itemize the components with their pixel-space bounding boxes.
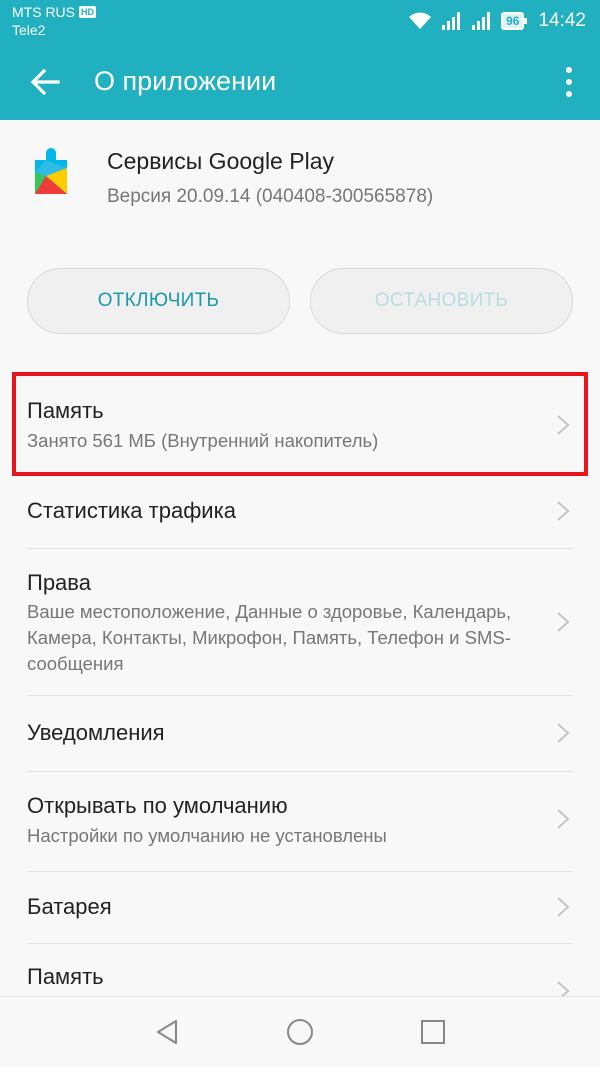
app-bar: О приложении (0, 44, 600, 120)
battery-icon: 96 (501, 12, 528, 30)
back-button[interactable] (24, 62, 68, 102)
chevron-right-icon (557, 809, 570, 829)
wifi-icon (409, 12, 432, 29)
home-circle-icon[interactable] (285, 1017, 315, 1047)
signal-icon (472, 12, 491, 30)
signal-icon (442, 12, 461, 30)
clock: 14:42 (538, 10, 586, 31)
settings-item-title: Статистика трафика (27, 498, 236, 523)
app-name: Сервисы Google Play (107, 148, 334, 174)
navigation-bar (0, 996, 600, 1067)
more-options-button[interactable] (556, 62, 582, 102)
status-bar: MTS RUS HD Tele2 96 14:42 (0, 0, 600, 44)
google-play-services-icon (35, 148, 67, 194)
settings-item-open-by-default[interactable]: Открывать по умолчанию Настройки по умол… (0, 772, 600, 871)
highlight-frame (12, 372, 588, 476)
settings-item-data-usage[interactable]: Статистика трафика (0, 478, 600, 548)
more-vertical-icon (566, 67, 572, 97)
carrier-primary: MTS RUS HD (12, 4, 96, 20)
settings-item-subtitle: Настройки по умолчанию не установлены (27, 825, 387, 846)
page-title: О приложении (94, 66, 277, 96)
chevron-right-icon (557, 897, 570, 917)
carrier-secondary: Tele2 (12, 22, 46, 38)
app-version: Версия 20.09.14 (040408-300565878) (107, 186, 434, 207)
chevron-right-icon (557, 981, 570, 996)
chevron-right-icon (557, 501, 570, 521)
settings-item-subtitle: Ваше местоположение, Данные о здоровье, … (27, 601, 512, 674)
hd-badge: HD (79, 6, 96, 18)
disable-button[interactable]: ОТКЛЮЧИТЬ (27, 268, 290, 334)
settings-item-title: Батарея (27, 894, 112, 919)
status-icons: 96 14:42 (407, 8, 586, 34)
settings-item-title: Открывать по умолчанию (27, 793, 288, 818)
settings-item-title: Права (27, 570, 91, 595)
arrow-left-icon (30, 68, 60, 96)
chevron-right-icon (557, 612, 570, 632)
stop-button[interactable]: ОСТАНОВИТЬ (310, 268, 573, 334)
settings-item-title: Память (27, 964, 104, 989)
back-triangle-icon[interactable] (152, 1017, 182, 1047)
chevron-right-icon (557, 723, 570, 743)
settings-item-permissions[interactable]: Права Ваше местоположение, Данные о здор… (0, 549, 600, 695)
recents-square-icon[interactable] (418, 1017, 448, 1047)
settings-item-battery[interactable]: Батарея (0, 872, 600, 943)
settings-item-memory[interactable]: Память (0, 944, 600, 996)
settings-item-notifications[interactable]: Уведомления (0, 696, 600, 771)
settings-item-title: Уведомления (27, 720, 165, 745)
carrier-primary-label: MTS RUS (12, 4, 75, 20)
